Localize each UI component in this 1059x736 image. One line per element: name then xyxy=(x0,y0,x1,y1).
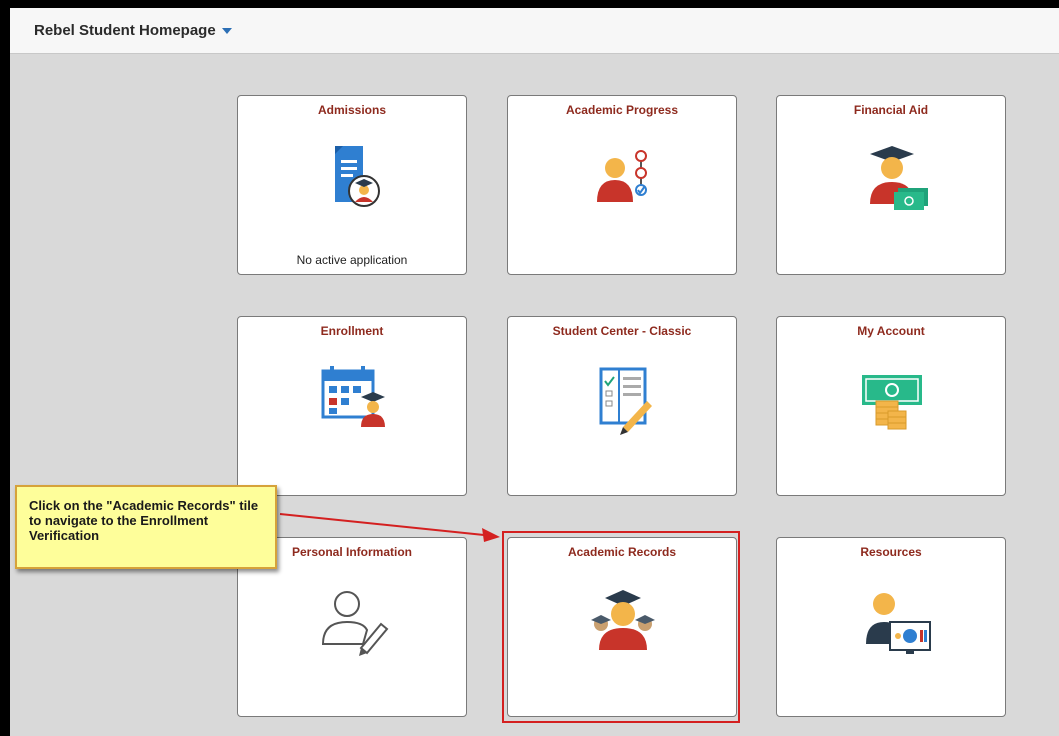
page-title: Rebel Student Homepage xyxy=(34,22,216,39)
tile-financial-aid[interactable]: Financial Aid xyxy=(776,95,1006,275)
graduate-money-icon xyxy=(870,146,928,210)
user-edit-icon xyxy=(321,591,389,656)
callout-text: Click on the "Academic Records" tile to … xyxy=(29,498,259,543)
tile-title: Enrollment xyxy=(320,324,384,338)
tile-title: Academic Progress xyxy=(565,103,679,117)
calendar-student-icon xyxy=(321,366,385,427)
instruction-callout: Click on the "Academic Records" tile to … xyxy=(15,485,277,569)
tile-admissions[interactable]: Admissions No active application xyxy=(237,95,467,275)
page-header: Rebel Student Homepage xyxy=(10,8,1059,54)
academic-records-highlight xyxy=(502,531,740,723)
person-monitor-icon xyxy=(866,593,931,654)
admissions-status: No active application xyxy=(296,253,408,267)
tile-student-center-classic[interactable]: Student Center - Classic xyxy=(507,316,737,496)
cash-coins-icon xyxy=(862,375,922,430)
checklist-pencil-icon xyxy=(599,367,652,435)
tile-title: Student Center - Classic xyxy=(552,324,692,338)
document-student-icon xyxy=(335,146,380,207)
tile-title: My Account xyxy=(857,324,925,338)
tile-academic-progress[interactable]: Academic Progress xyxy=(507,95,737,275)
tile-title: Admissions xyxy=(317,103,386,117)
student-progress-icon xyxy=(597,150,647,202)
tile-my-account[interactable]: My Account xyxy=(776,316,1006,496)
caret-down-icon[interactable] xyxy=(221,28,232,35)
tile-title: Resources xyxy=(860,545,922,559)
tile-resources[interactable]: Resources xyxy=(776,537,1006,717)
tile-title: Financial Aid xyxy=(853,103,929,117)
page-frame: Rebel Student Homepage Admissions No act… xyxy=(10,8,1059,736)
tile-enrollment[interactable]: Enrollment xyxy=(237,316,467,496)
homepage-selector[interactable]: Rebel Student Homepage xyxy=(34,22,232,39)
